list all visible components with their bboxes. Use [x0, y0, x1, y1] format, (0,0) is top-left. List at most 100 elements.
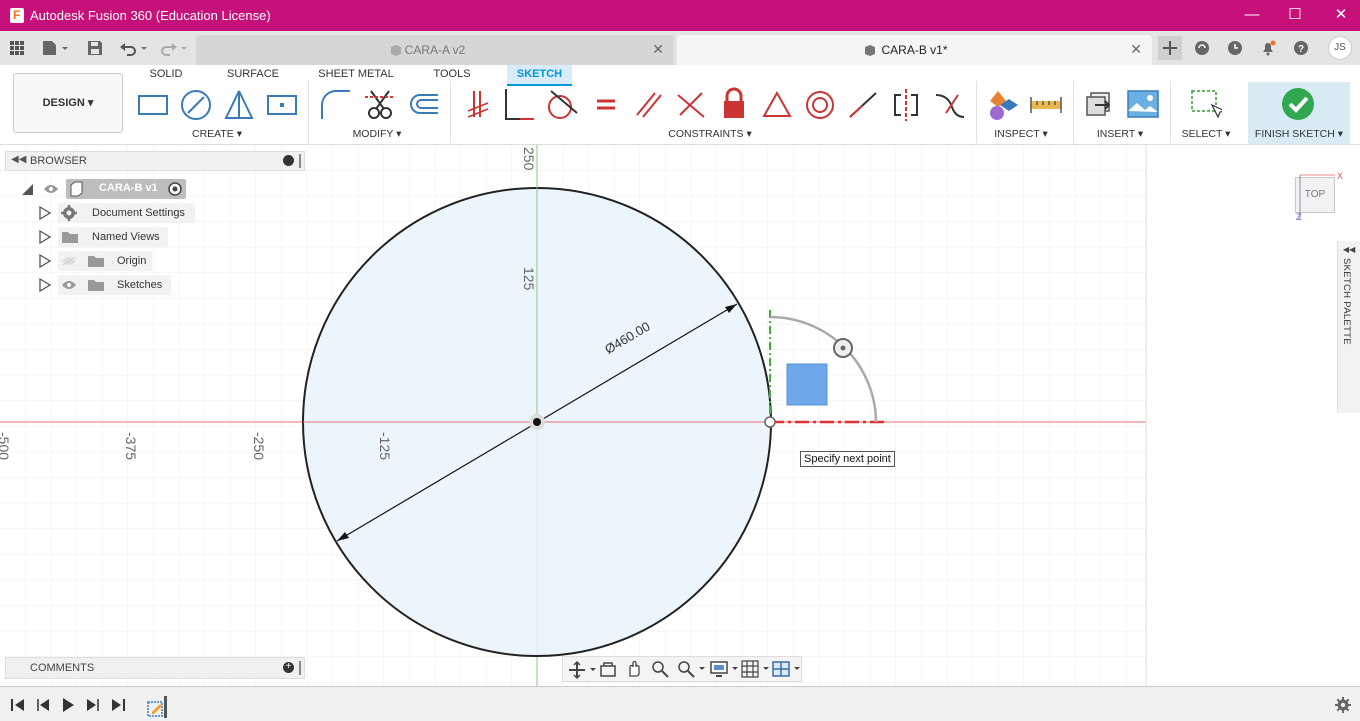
minimize-icon[interactable]: — [1237, 5, 1267, 25]
display-settings-icon[interactable] [710, 660, 740, 678]
new-tab-icon[interactable] [1158, 36, 1182, 60]
constraints-menu[interactable]: CONSTRAINTS ▾ [665, 128, 755, 140]
coincident-constraint-icon[interactable] [502, 87, 536, 121]
concentric-constraint-icon[interactable] [803, 87, 837, 121]
file-menu-icon[interactable] [42, 40, 70, 56]
document-tab-bar: CARA-A v2 ✕ CARA-B v1* ✕ ? JS [0, 31, 1360, 65]
measure-icon[interactable] [1029, 87, 1063, 121]
timeline-sketch-feature-icon[interactable] [146, 696, 170, 718]
fit-icon[interactable] [677, 660, 707, 678]
parallel-constraint-icon[interactable] [631, 87, 665, 121]
expand-icon[interactable] [38, 230, 52, 244]
eye-icon[interactable] [61, 280, 77, 290]
rectangle-tool-icon[interactable] [136, 87, 170, 121]
select-menu[interactable]: SELECT ▾ [1180, 128, 1232, 140]
tree-item-label: Document Settings [92, 207, 185, 219]
create-menu[interactable]: CREATE ▾ [192, 128, 242, 140]
zoom-icon[interactable] [651, 660, 669, 678]
undo-icon[interactable] [119, 40, 149, 56]
eye-icon[interactable] [43, 184, 59, 194]
look-at-icon[interactable] [599, 661, 617, 679]
expand-icon[interactable] [38, 254, 52, 268]
orbit-icon[interactable] [568, 661, 598, 679]
pan-icon[interactable] [625, 660, 643, 678]
expand-palette-icon[interactable]: ◀◀ [1343, 245, 1355, 254]
gear-icon [61, 205, 77, 221]
snap-point[interactable] [764, 416, 776, 428]
tab-label: CARA-A v2 [404, 43, 466, 57]
close-icon[interactable]: ✕ [1326, 5, 1356, 25]
viewports-icon[interactable] [772, 660, 802, 678]
fix-unfix-constraint-icon[interactable] [717, 87, 751, 121]
insert-menu[interactable]: INSERT ▾ [1094, 128, 1146, 140]
inspect-shapes-icon[interactable] [986, 87, 1020, 121]
notifications-icon[interactable] [1260, 40, 1276, 56]
inspect-menu[interactable]: INSPECT ▾ [993, 128, 1049, 140]
save-icon[interactable] [87, 40, 103, 56]
tree-root-item[interactable]: CARA-B v1 [20, 179, 190, 199]
tab-sheet-metal[interactable]: SHEET METAL [318, 67, 394, 85]
window-select-icon[interactable] [1188, 87, 1222, 121]
workspace-switcher[interactable]: DESIGN ▾ [13, 73, 123, 133]
tab-cara-a[interactable]: CARA-A v2 ✕ [196, 35, 674, 65]
maximize-icon[interactable]: ☐ [1280, 5, 1310, 25]
collapse-panel-icon[interactable]: ◀◀ [11, 154, 26, 165]
fillet-tool-icon[interactable] [318, 87, 352, 121]
tree-item-origin[interactable]: Origin [38, 251, 156, 271]
tab-tools[interactable]: TOOLS [430, 67, 474, 85]
expand-icon[interactable] [38, 206, 52, 220]
go-to-end-icon[interactable] [110, 697, 126, 713]
modify-menu[interactable]: MODIFY ▾ [350, 128, 404, 140]
circle-tool-icon[interactable] [179, 87, 213, 121]
go-to-start-icon[interactable] [10, 697, 26, 713]
close-tab-icon[interactable]: ✕ [652, 41, 664, 58]
perpendicular-constraint-icon[interactable] [674, 87, 708, 121]
tree-item-sketches[interactable]: Sketches [38, 275, 174, 295]
timeline-settings-gear-icon[interactable] [1335, 697, 1351, 713]
user-avatar[interactable]: JS [1328, 36, 1352, 60]
play-icon[interactable] [60, 697, 76, 713]
insert-canvas-icon[interactable] [1126, 87, 1160, 121]
tab-cara-b[interactable]: CARA-B v1* ✕ [677, 35, 1152, 65]
collinear-constraint-icon[interactable] [846, 87, 880, 121]
redo-icon[interactable] [160, 40, 190, 56]
tangent-constraint-icon[interactable] [545, 87, 579, 121]
panel-grip-icon[interactable] [299, 154, 301, 168]
symmetry-constraint-icon[interactable] [889, 87, 923, 121]
sketch-palette-tab[interactable]: ◀◀ SKETCH PALETTE [1337, 241, 1360, 413]
center-point[interactable] [533, 418, 541, 426]
job-status-icon[interactable] [1227, 40, 1243, 56]
step-forward-icon[interactable] [85, 697, 101, 713]
collapse-browser-icon[interactable] [283, 155, 294, 166]
tree-item-document-settings[interactable]: Document Settings [38, 203, 198, 223]
apps-grid-icon[interactable] [9, 40, 25, 56]
expand-icon[interactable] [38, 278, 52, 292]
insert-derive-icon[interactable] [1083, 87, 1117, 121]
add-comment-icon[interactable]: + [283, 662, 294, 673]
finish-sketch-menu[interactable]: FINISH SKETCH ▾ [1250, 128, 1348, 140]
triangle-tool-icon[interactable] [222, 87, 256, 121]
point-tool-icon[interactable] [265, 87, 299, 121]
tree-collapse-icon[interactable] [20, 182, 34, 196]
close-tab-icon[interactable]: ✕ [1130, 41, 1142, 58]
trim-tool-icon[interactable] [363, 87, 397, 121]
equal-constraint-icon[interactable] [589, 87, 623, 121]
horizontal-vertical-constraint-icon[interactable] [460, 87, 494, 121]
step-back-icon[interactable] [35, 697, 51, 713]
tree-item-named-views[interactable]: Named Views [38, 227, 173, 247]
grid-snaps-icon[interactable] [741, 660, 771, 678]
tab-surface[interactable]: SURFACE [225, 67, 281, 85]
design-canvas[interactable]: -500 -375 -250 -125 250 125 Ø460.00 ◀◀ B… [0, 145, 1360, 686]
sketch-viewport[interactable] [0, 145, 1360, 686]
hidden-eye-icon[interactable] [61, 256, 77, 266]
finish-sketch-icon[interactable] [1281, 87, 1315, 121]
tab-sketch[interactable]: SKETCH [507, 65, 572, 86]
help-icon[interactable]: ? [1293, 40, 1309, 56]
midpoint-constraint-icon[interactable] [760, 87, 794, 121]
offset-tool-icon[interactable] [406, 87, 440, 121]
tab-solid[interactable]: SOLID [145, 67, 187, 85]
curvature-constraint-icon[interactable] [932, 87, 966, 121]
panel-grip-icon[interactable] [299, 661, 301, 675]
sync-icon[interactable] [1194, 40, 1210, 56]
activate-radio-icon[interactable] [167, 181, 183, 197]
